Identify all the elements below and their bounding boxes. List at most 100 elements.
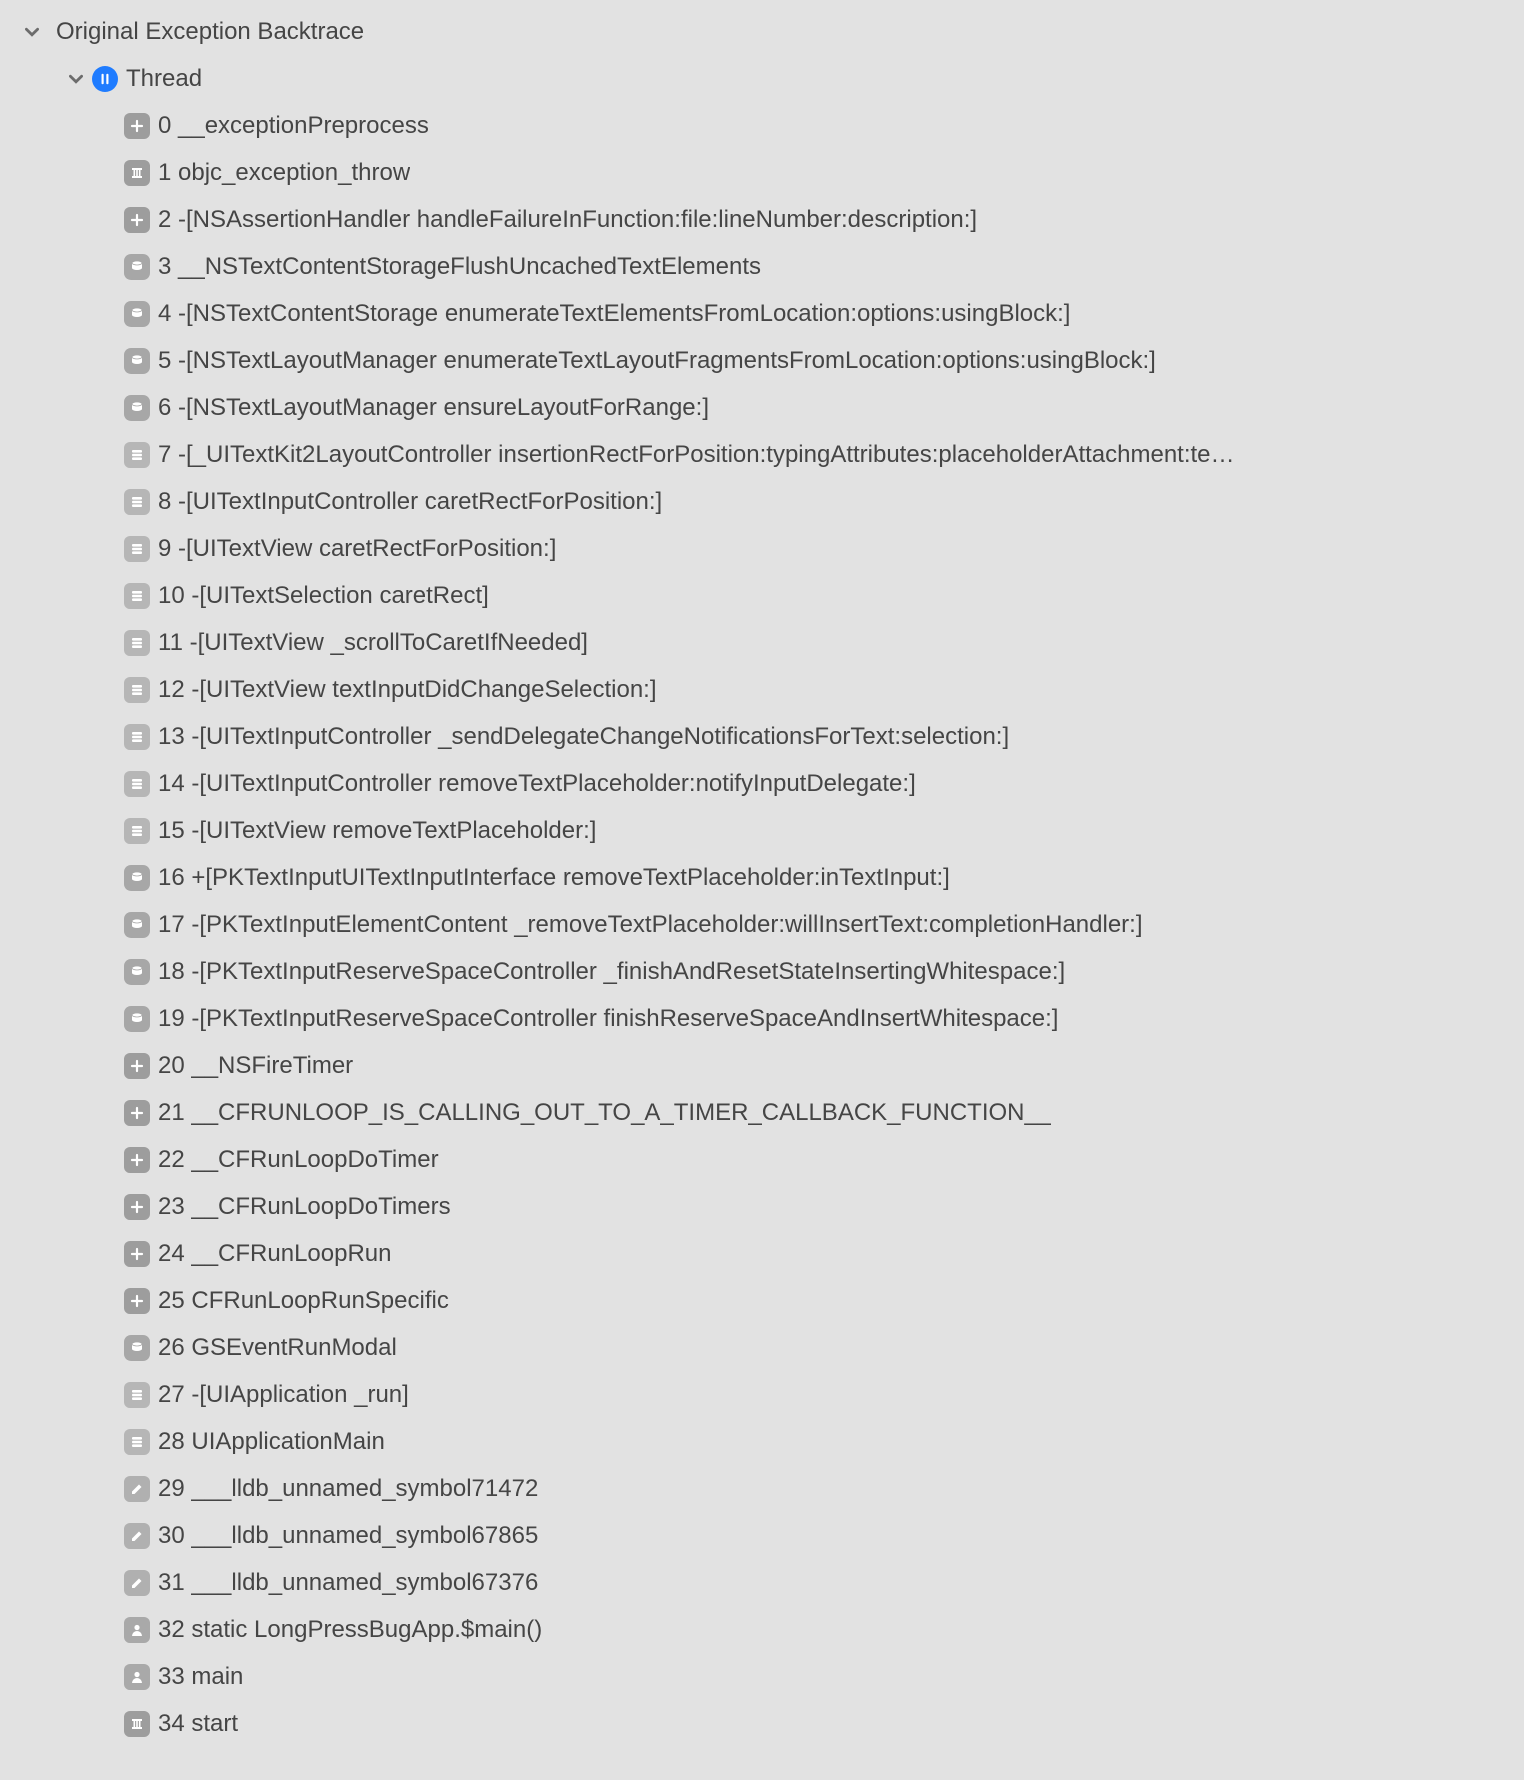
thread-label: Thread [126, 65, 202, 93]
stack-frame-label: 2 -[NSAssertionHandler handleFailureInFu… [158, 206, 977, 234]
stack-frame-label: 5 -[NSTextLayoutManager enumerateTextLay… [158, 347, 1156, 375]
stack-frame-label: 33 main [158, 1663, 243, 1691]
stack-frame-row[interactable]: 25 CFRunLoopRunSpecific [0, 1277, 1524, 1324]
db-icon [124, 1335, 150, 1361]
stack-frame-label: 7 -[_UITextKit2LayoutController insertio… [158, 441, 1235, 469]
plus-icon [124, 1100, 150, 1126]
stack-frame-row[interactable]: 10 -[UITextSelection caretRect] [0, 572, 1524, 619]
backtrace-tree: Original Exception Backtrace Thread 0 __… [0, 0, 1524, 1747]
stack-icon [124, 442, 150, 468]
stack-frame-row[interactable]: 22 __CFRunLoopDoTimer [0, 1136, 1524, 1183]
stack-frame-row[interactable]: 34 start [0, 1700, 1524, 1747]
stack-frame-row[interactable]: 4 -[NSTextContentStorage enumerateTextEl… [0, 290, 1524, 337]
db-icon [124, 912, 150, 938]
stack-frame-label: 27 -[UIApplication _run] [158, 1381, 409, 1409]
stack-frame-row[interactable]: 7 -[_UITextKit2LayoutController insertio… [0, 431, 1524, 478]
stack-frame-label: 30 ___lldb_unnamed_symbol67865 [158, 1522, 538, 1550]
frames-container: 0 __exceptionPreprocess 1 objc_exception_… [0, 102, 1524, 1747]
stack-frame-label: 1 objc_exception_throw [158, 159, 410, 187]
stack-frame-label: 13 -[UITextInputController _sendDelegate… [158, 723, 1009, 751]
stack-icon [124, 677, 150, 703]
chevron-down-icon[interactable] [66, 69, 86, 89]
stack-frame-label: 29 ___lldb_unnamed_symbol71472 [158, 1475, 538, 1503]
stack-frame-label: 26 GSEventRunModal [158, 1334, 397, 1362]
stack-frame-label: 4 -[NSTextContentStorage enumerateTextEl… [158, 300, 1070, 328]
stack-frame-row[interactable]: 9 -[UITextView caretRectForPosition:] [0, 525, 1524, 572]
chevron-down-icon[interactable] [22, 22, 42, 42]
stack-icon [124, 1429, 150, 1455]
stack-frame-row[interactable]: 24 __CFRunLoopRun [0, 1230, 1524, 1277]
db-icon [124, 1006, 150, 1032]
stack-icon [124, 724, 150, 750]
stack-frame-label: 3 __NSTextContentStorageFlushUncachedTex… [158, 253, 761, 281]
backtrace-root-row[interactable]: Original Exception Backtrace [0, 8, 1524, 55]
db-icon [124, 254, 150, 280]
stack-frame-row[interactable]: 12 -[UITextView textInputDidChangeSelect… [0, 666, 1524, 713]
stack-icon [124, 630, 150, 656]
stack-frame-row[interactable]: 21 __CFRUNLOOP_IS_CALLING_OUT_TO_A_TIMER… [0, 1089, 1524, 1136]
stack-frame-label: 11 -[UITextView _scrollToCaretIfNeeded] [158, 629, 588, 657]
stack-frame-row[interactable]: 11 -[UITextView _scrollToCaretIfNeeded] [0, 619, 1524, 666]
stack-frame-row[interactable]: 31 ___lldb_unnamed_symbol67376 [0, 1559, 1524, 1606]
plus-icon [124, 1053, 150, 1079]
plus-icon [124, 1241, 150, 1267]
person-icon [124, 1664, 150, 1690]
stack-frame-row[interactable]: 5 -[NSTextLayoutManager enumerateTextLay… [0, 337, 1524, 384]
stack-frame-row[interactable]: 20 __NSFireTimer [0, 1042, 1524, 1089]
stack-frame-label: 9 -[UITextView caretRectForPosition:] [158, 535, 556, 563]
plus-icon [124, 113, 150, 139]
thread-row[interactable]: Thread [0, 55, 1524, 102]
stack-icon [124, 771, 150, 797]
db-icon [124, 301, 150, 327]
plus-icon [124, 1194, 150, 1220]
stack-frame-row[interactable]: 6 -[NSTextLayoutManager ensureLayoutForR… [0, 384, 1524, 431]
plus-icon [124, 207, 150, 233]
db-icon [124, 959, 150, 985]
stack-frame-row[interactable]: 14 -[UITextInputController removeTextPla… [0, 760, 1524, 807]
stack-frame-label: 10 -[UITextSelection caretRect] [158, 582, 489, 610]
stack-frame-label: 19 -[PKTextInputReserveSpaceController f… [158, 1005, 1058, 1033]
stack-frame-row[interactable]: 17 -[PKTextInputElementContent _removeTe… [0, 901, 1524, 948]
stack-frame-row[interactable]: 8 -[UITextInputController caretRectForPo… [0, 478, 1524, 525]
stack-frame-row[interactable]: 29 ___lldb_unnamed_symbol71472 [0, 1465, 1524, 1512]
stack-frame-row[interactable]: 16 +[PKTextInputUITextInputInterface rem… [0, 854, 1524, 901]
db-icon [124, 865, 150, 891]
stack-frame-label: 0 __exceptionPreprocess [158, 112, 429, 140]
db-icon [124, 395, 150, 421]
stack-frame-label: 12 -[UITextView textInputDidChangeSelect… [158, 676, 657, 704]
stack-frame-row[interactable]: 33 main [0, 1653, 1524, 1700]
stack-icon [124, 489, 150, 515]
stack-frame-label: 31 ___lldb_unnamed_symbol67376 [158, 1569, 538, 1597]
stack-icon [124, 536, 150, 562]
stack-frame-row[interactable]: 28 UIApplicationMain [0, 1418, 1524, 1465]
stack-frame-row[interactable]: 0 __exceptionPreprocess [0, 102, 1524, 149]
pencil-icon [124, 1523, 150, 1549]
stack-frame-label: 16 +[PKTextInputUITextInputInterface rem… [158, 864, 950, 892]
stack-frame-row[interactable]: 30 ___lldb_unnamed_symbol67865 [0, 1512, 1524, 1559]
stack-frame-label: 24 __CFRunLoopRun [158, 1240, 392, 1268]
stack-frame-row[interactable]: 27 -[UIApplication _run] [0, 1371, 1524, 1418]
pillar-icon [124, 1711, 150, 1737]
stack-frame-label: 25 CFRunLoopRunSpecific [158, 1287, 449, 1315]
pencil-icon [124, 1570, 150, 1596]
stack-frame-row[interactable]: 32 static LongPressBugApp.$main() [0, 1606, 1524, 1653]
stack-frame-label: 18 -[PKTextInputReserveSpaceController _… [158, 958, 1065, 986]
backtrace-root-label: Original Exception Backtrace [56, 18, 364, 46]
stack-frame-label: 23 __CFRunLoopDoTimers [158, 1193, 451, 1221]
stack-frame-row[interactable]: 18 -[PKTextInputReserveSpaceController _… [0, 948, 1524, 995]
stack-frame-row[interactable]: 15 -[UITextView removeTextPlaceholder:] [0, 807, 1524, 854]
stack-frame-row[interactable]: 1 objc_exception_throw [0, 149, 1524, 196]
stack-frame-label: 20 __NSFireTimer [158, 1052, 353, 1080]
pillar-icon [124, 160, 150, 186]
stack-frame-row[interactable]: 2 -[NSAssertionHandler handleFailureInFu… [0, 196, 1524, 243]
stack-frame-row[interactable]: 13 -[UITextInputController _sendDelegate… [0, 713, 1524, 760]
stack-frame-row[interactable]: 3 __NSTextContentStorageFlushUncachedTex… [0, 243, 1524, 290]
stack-frame-row[interactable]: 23 __CFRunLoopDoTimers [0, 1183, 1524, 1230]
stack-frame-row[interactable]: 26 GSEventRunModal [0, 1324, 1524, 1371]
stack-frame-label: 22 __CFRunLoopDoTimer [158, 1146, 439, 1174]
stack-frame-row[interactable]: 19 -[PKTextInputReserveSpaceController f… [0, 995, 1524, 1042]
stack-frame-label: 15 -[UITextView removeTextPlaceholder:] [158, 817, 596, 845]
plus-icon [124, 1288, 150, 1314]
pencil-icon [124, 1476, 150, 1502]
stack-frame-label: 28 UIApplicationMain [158, 1428, 385, 1456]
